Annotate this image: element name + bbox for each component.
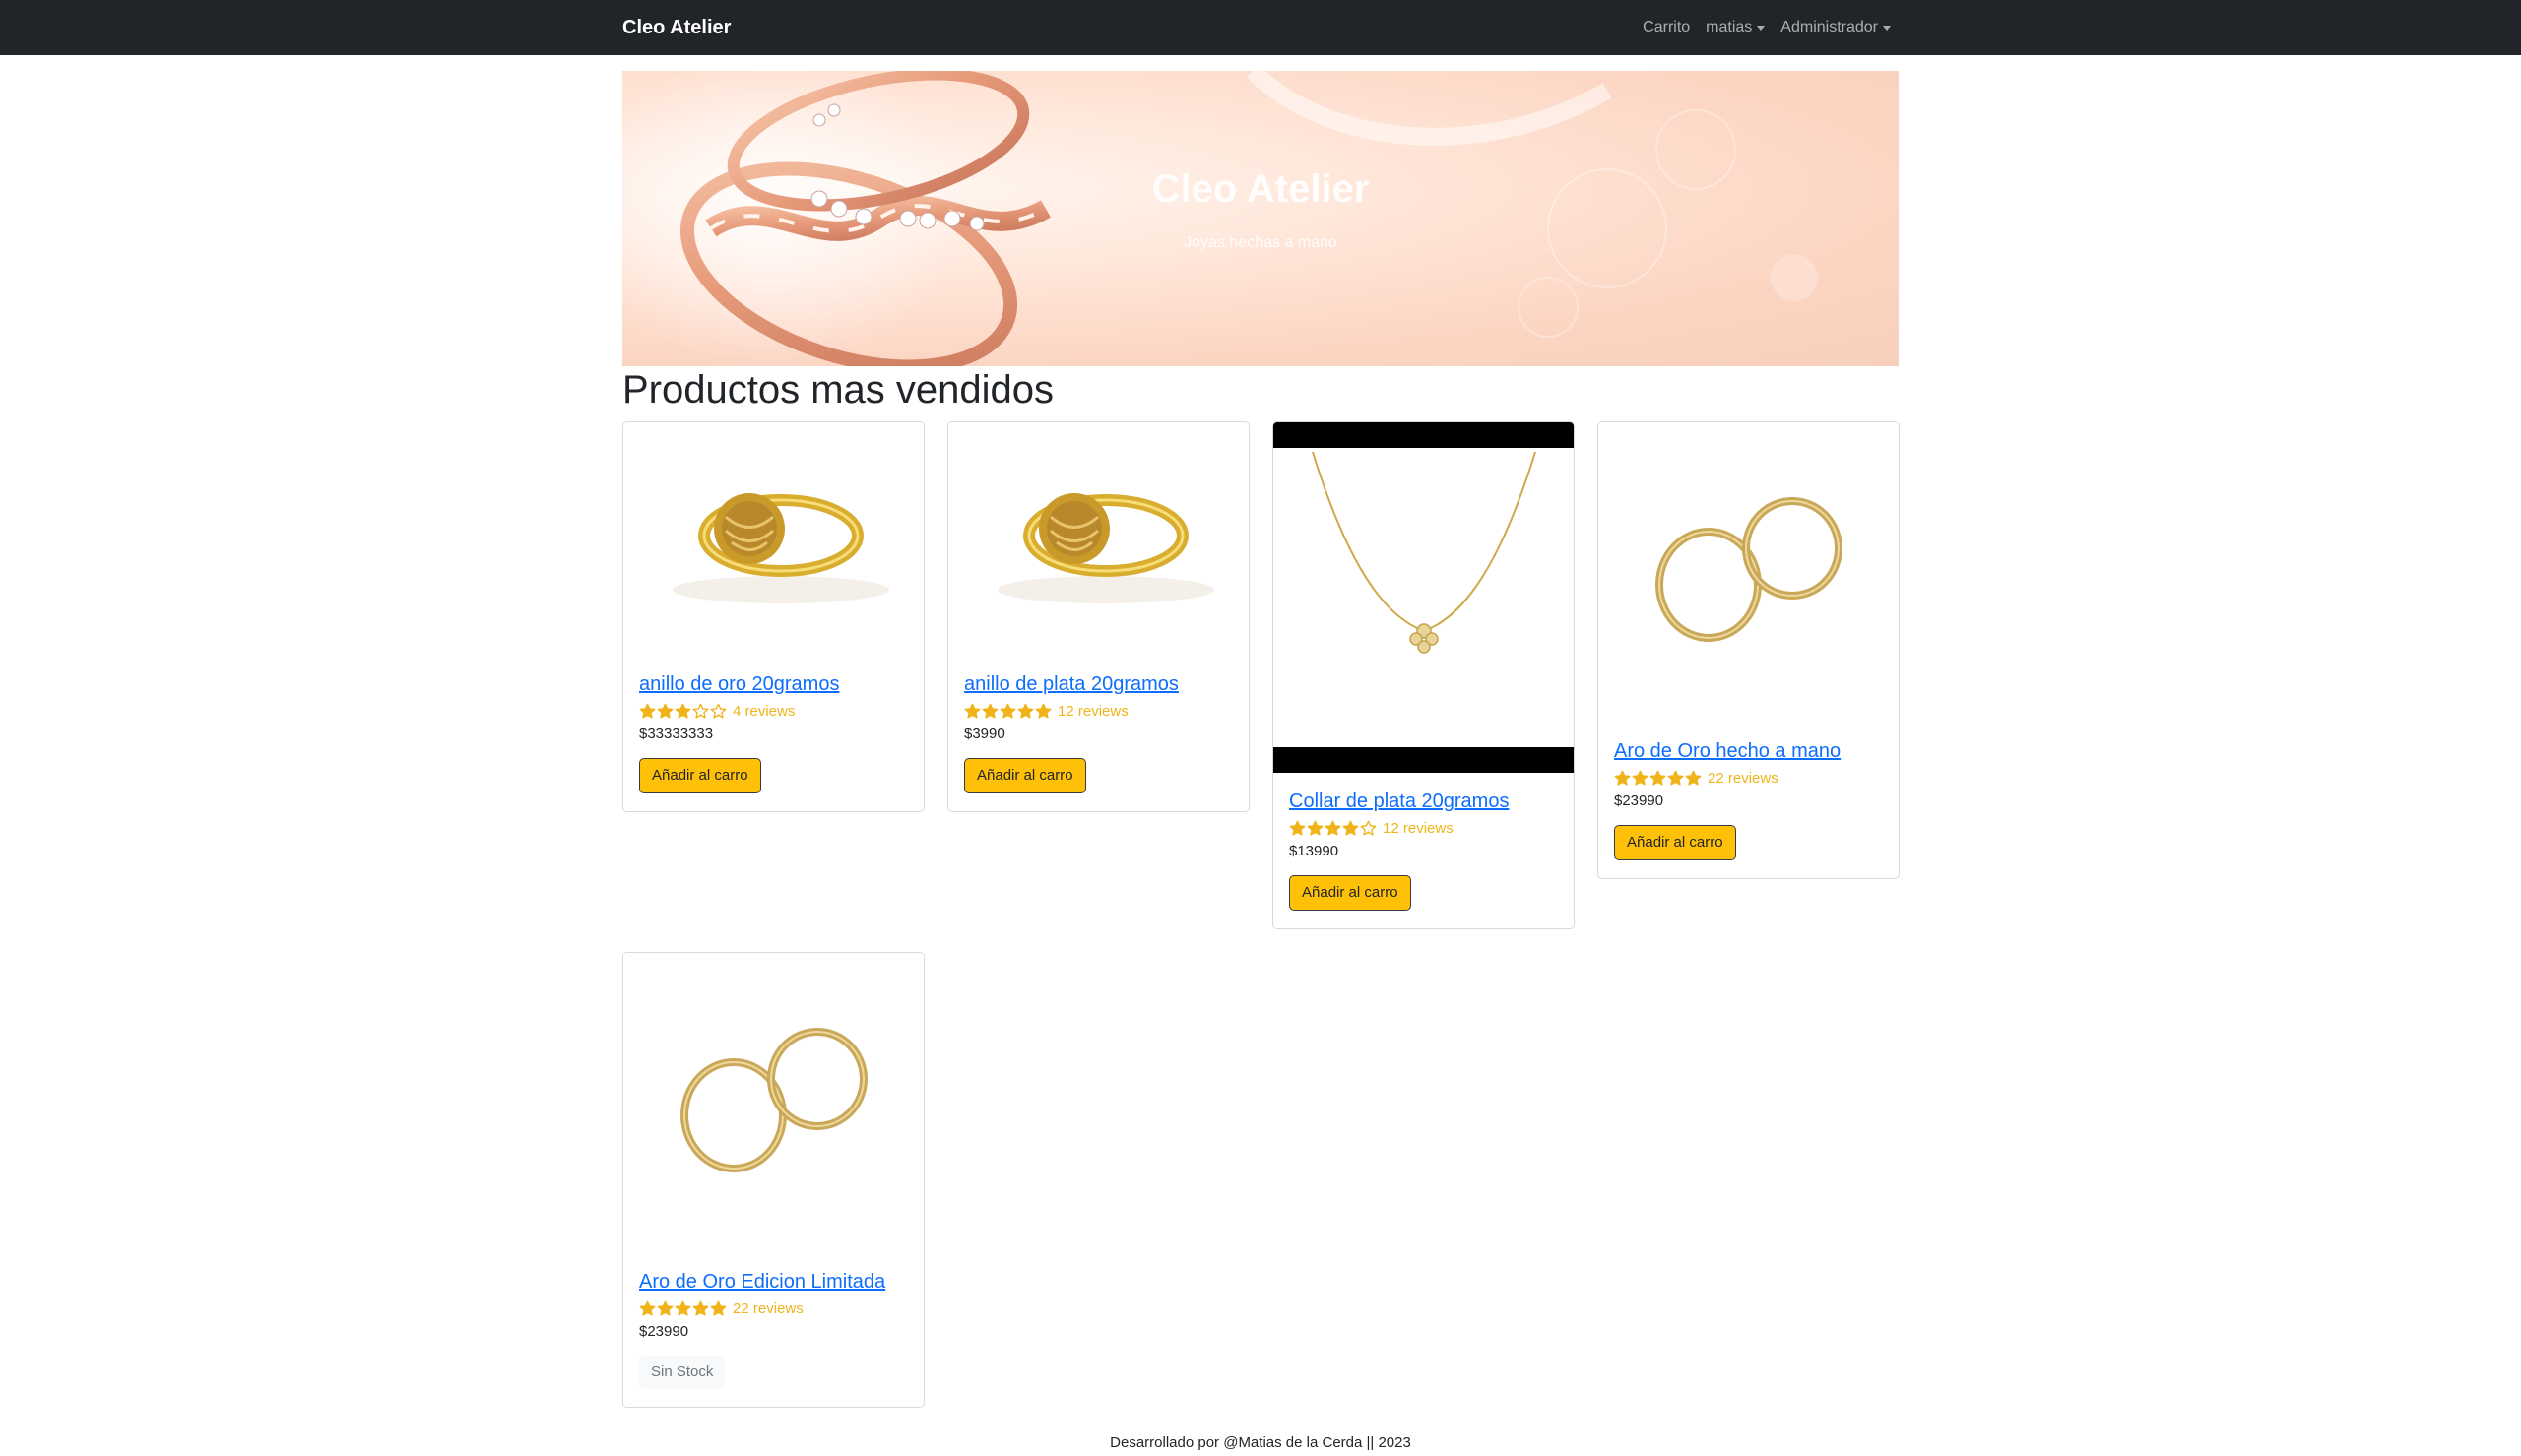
caret-down-icon (1883, 25, 1891, 31)
hero-subtitle: Joyas hechas a mano (1184, 234, 1337, 251)
star-rating (1289, 820, 1377, 837)
star-filled-icon (1000, 703, 1016, 719)
product-card: anillo de oro 20gramos 4 reviews $333333… (622, 421, 925, 812)
card-body: Aro de Oro hecho a mano 22 reviews $2399… (1598, 723, 1899, 878)
add-to-cart-button[interactable]: Añadir al carro (964, 758, 1086, 793)
card-body: anillo de plata 20gramos 12 reviews $399… (948, 656, 1249, 811)
star-filled-icon (1035, 703, 1052, 719)
star-filled-icon (982, 703, 999, 719)
reviews-count: 22 reviews (1708, 769, 1778, 787)
card-body: Collar de plata 20gramos 12 reviews $139… (1273, 773, 1574, 928)
reviews-count: 22 reviews (733, 1299, 804, 1317)
product-image (1273, 422, 1574, 773)
star-filled-icon (1667, 770, 1684, 786)
product-price: $13990 (1289, 843, 1339, 859)
star-filled-icon (1649, 770, 1666, 786)
product-rating: 4 reviews (639, 701, 908, 721)
hero-rings-image (622, 71, 1818, 366)
star-rating (639, 1300, 727, 1317)
star-filled-icon (1614, 770, 1631, 786)
navbar: Cleo Atelier Carrito matias Administrado… (0, 0, 2521, 55)
star-empty-icon (1360, 820, 1377, 836)
star-filled-icon (657, 703, 674, 719)
add-to-cart-button[interactable]: Añadir al carro (1289, 875, 1411, 911)
star-filled-icon (1685, 770, 1702, 786)
product-card: Collar de plata 20gramos 12 reviews $139… (1272, 421, 1575, 929)
star-empty-icon (692, 703, 709, 719)
product-rating: 12 reviews (964, 701, 1233, 721)
nav-links: Carrito matias Administrador (1643, 14, 1891, 41)
hero-banner: Cleo Atelier Joyas hechas a mano (622, 71, 1899, 366)
star-filled-icon (1325, 820, 1341, 836)
product-image (623, 422, 924, 656)
card-body: anillo de oro 20gramos 4 reviews $333333… (623, 656, 924, 811)
out-of-stock-badge: Sin Stock (639, 1356, 726, 1389)
star-rating (639, 703, 727, 720)
product-title-link[interactable]: Aro de Oro hecho a mano (1614, 738, 1883, 764)
star-filled-icon (675, 1300, 691, 1316)
brand-link[interactable]: Cleo Atelier (622, 14, 731, 41)
gold-ring-icon (673, 493, 889, 603)
section-title: Productos mas vendidos (622, 368, 1055, 411)
caret-down-icon (1757, 25, 1766, 31)
star-filled-icon (692, 1300, 709, 1316)
necklace-icon (1273, 448, 1574, 747)
product-rating: 12 reviews (1289, 818, 1558, 838)
star-filled-icon (1017, 703, 1034, 719)
product-rating: 22 reviews (639, 1298, 908, 1318)
gold-ring-icon (998, 493, 1214, 603)
star-filled-icon (964, 703, 981, 719)
nav-user-label: matias (1706, 19, 1753, 35)
product-title-link[interactable]: anillo de plata 20gramos (964, 671, 1233, 697)
product-card: anillo de plata 20gramos 12 reviews $399… (947, 421, 1250, 812)
nav-cart-link[interactable]: Carrito (1643, 14, 1690, 41)
product-rating: 22 reviews (1614, 768, 1883, 788)
product-price: $23990 (639, 1323, 689, 1340)
footer-credit: Desarrollado por @Matias de la Cerda || … (1110, 1434, 1411, 1451)
product-card: Aro de Oro hecho a mano 22 reviews $2399… (1597, 421, 1900, 879)
product-card: Aro de Oro Edicion Limitada 22 reviews $… (622, 952, 925, 1408)
nav-admin-dropdown[interactable]: Administrador (1780, 14, 1891, 41)
hoop-earrings-icon (680, 1028, 868, 1172)
card-body: Aro de Oro Edicion Limitada 22 reviews $… (623, 1253, 924, 1407)
product-image (948, 422, 1249, 656)
star-filled-icon (710, 1300, 727, 1316)
product-image (623, 953, 924, 1253)
nav-user-dropdown[interactable]: matias (1706, 14, 1766, 41)
star-filled-icon (1307, 820, 1324, 836)
add-to-cart-button[interactable]: Añadir al carro (1614, 825, 1736, 860)
reviews-count: 12 reviews (1383, 819, 1454, 837)
star-filled-icon (639, 1300, 656, 1316)
product-title-link[interactable]: anillo de oro 20gramos (639, 671, 908, 697)
star-filled-icon (657, 1300, 674, 1316)
product-price: $3990 (964, 726, 1005, 742)
hoop-earrings-icon (1655, 497, 1842, 642)
star-filled-icon (1632, 770, 1648, 786)
product-image (1598, 422, 1899, 723)
star-rating (1614, 770, 1702, 787)
hero-title: Cleo Atelier (1151, 167, 1370, 211)
reviews-count: 12 reviews (1058, 702, 1129, 720)
reviews-count: 4 reviews (733, 702, 796, 720)
star-empty-icon (710, 703, 727, 719)
star-filled-icon (1289, 820, 1306, 836)
product-title-link[interactable]: Collar de plata 20gramos (1289, 789, 1558, 814)
star-filled-icon (639, 703, 656, 719)
add-to-cart-button[interactable]: Añadir al carro (639, 758, 761, 793)
nav-admin-label: Administrador (1780, 19, 1878, 35)
product-title-link[interactable]: Aro de Oro Edicion Limitada (639, 1269, 908, 1295)
product-price: $33333333 (639, 726, 714, 742)
star-filled-icon (1342, 820, 1359, 836)
star-filled-icon (675, 703, 691, 719)
product-price: $23990 (1614, 792, 1664, 809)
star-rating (964, 703, 1052, 720)
nav-cart-label: Carrito (1643, 19, 1691, 35)
